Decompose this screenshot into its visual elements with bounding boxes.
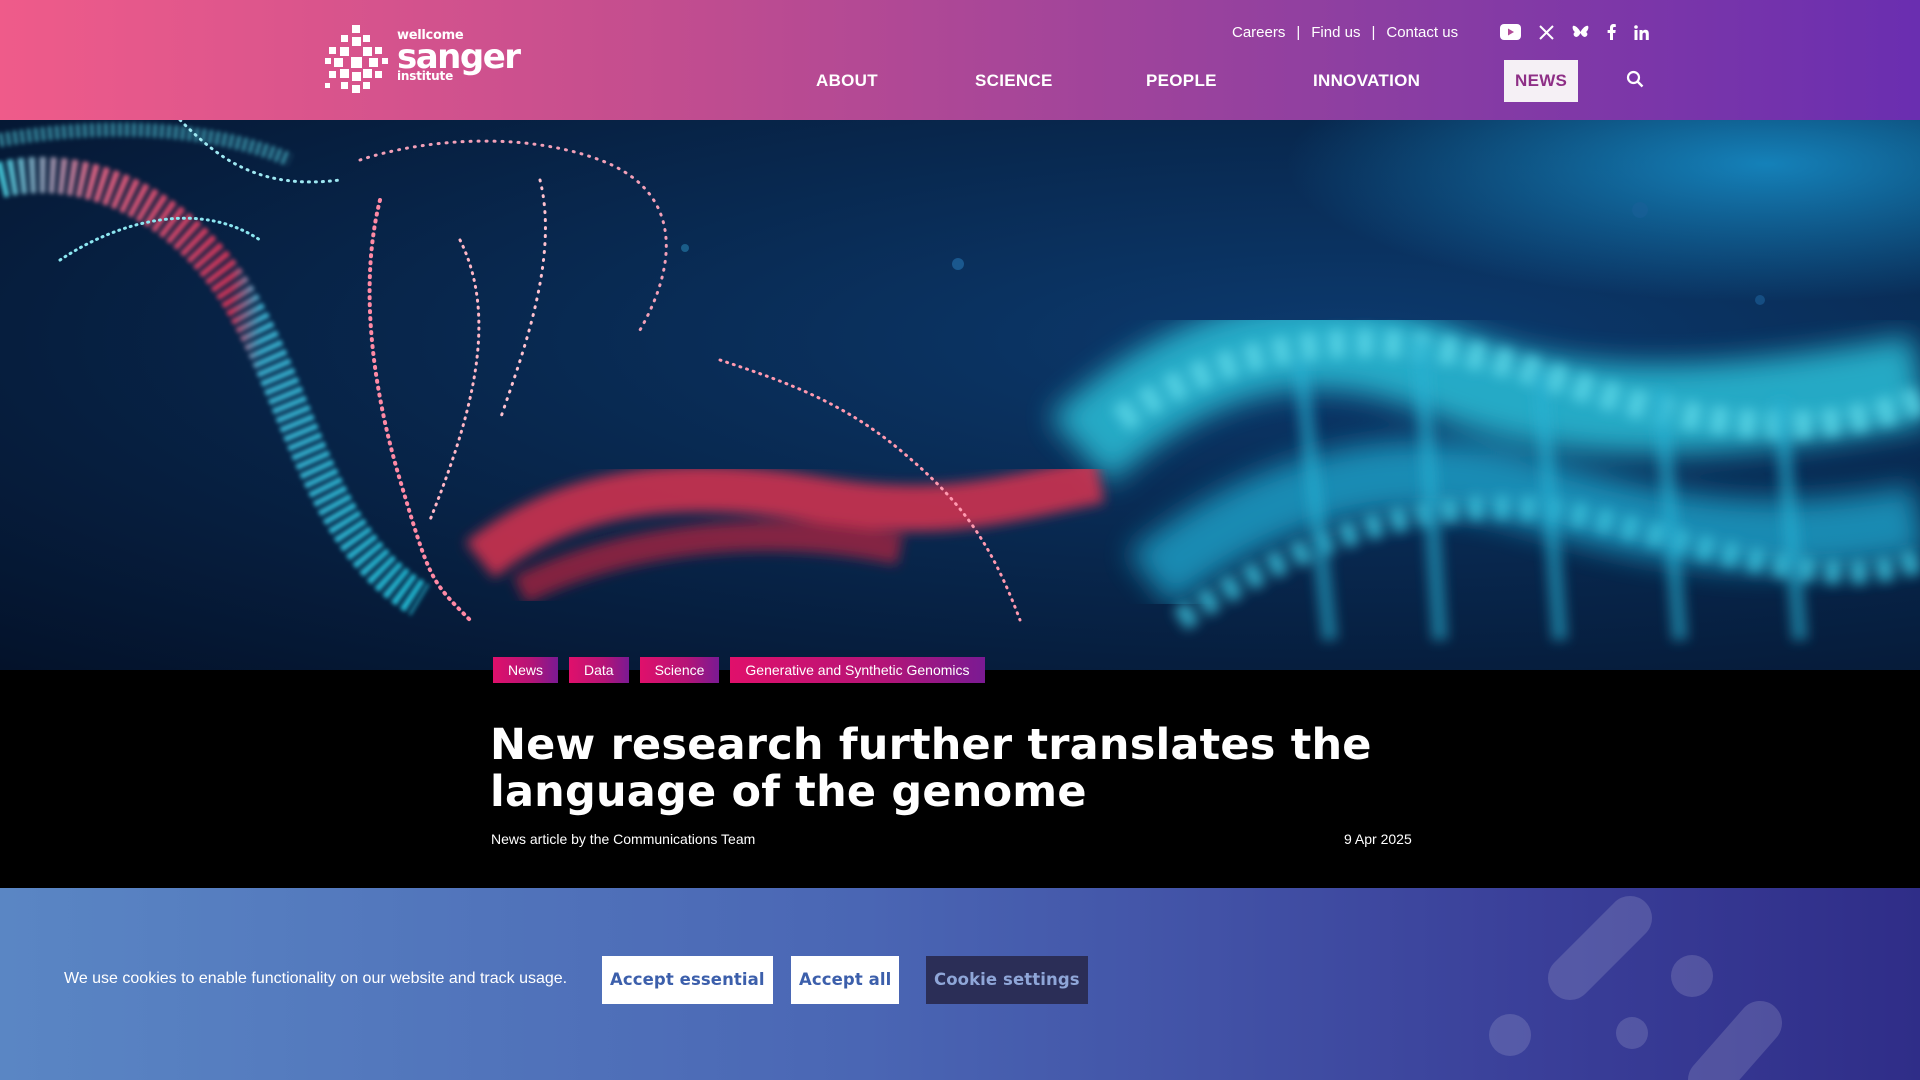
bluesky-icon[interactable]	[1572, 22, 1589, 42]
search-icon[interactable]	[1626, 70, 1644, 88]
contact-us-link[interactable]: Contact us	[1386, 24, 1458, 41]
tag-data[interactable]: Data	[569, 657, 629, 683]
tag-news[interactable]: News	[493, 657, 559, 683]
separator: |	[1371, 24, 1376, 41]
cookie-message: We use cookies to enable functionality o…	[64, 970, 568, 987]
accept-essential-button[interactable]: Accept essential	[602, 956, 773, 1004]
nav-item-about[interactable]: ABOUT	[816, 60, 878, 102]
careers-link[interactable]: Careers	[1232, 24, 1285, 41]
nav-item-news[interactable]: NEWS	[1504, 60, 1579, 102]
site-header: wellcome sanger institute Careers | Find…	[0, 0, 1920, 120]
article-byline: News article by the Communications Team	[491, 831, 756, 847]
tag-generative-synthetic-genomics[interactable]: Generative and Synthetic Genomics	[730, 657, 985, 683]
article-date: 9 Apr 2025	[1344, 831, 1412, 847]
dna-helix-illustration	[0, 120, 1920, 670]
article-title: New research further translates the lang…	[490, 722, 1390, 816]
nav-item-people[interactable]: PEOPLE	[1146, 60, 1217, 102]
article-title-line-2: language of the genome	[490, 767, 1087, 817]
youtube-icon[interactable]	[1500, 22, 1521, 42]
facebook-icon[interactable]	[1607, 22, 1616, 42]
tag-science[interactable]: Science	[639, 657, 720, 683]
article-tags: News Data Science Generative and Synthet…	[493, 657, 985, 683]
cookie-settings-button[interactable]: Cookie settings	[926, 956, 1088, 1004]
separator: |	[1296, 24, 1301, 41]
nav-item-innovation[interactable]: INNOVATION	[1313, 60, 1420, 102]
nav-item-science[interactable]: SCIENCE	[975, 60, 1053, 102]
x-icon[interactable]	[1539, 22, 1554, 42]
accept-all-button[interactable]: Accept all	[791, 956, 900, 1004]
article-title-line-1: New research further translates the	[490, 720, 1372, 770]
linkedin-icon[interactable]	[1634, 22, 1649, 42]
utility-links: Careers | Find us | Contact us	[1232, 24, 1458, 41]
social-links	[1500, 22, 1649, 42]
find-us-link[interactable]: Find us	[1311, 24, 1360, 41]
cookie-banner: We use cookies to enable functionality o…	[0, 888, 1920, 1080]
hero-image	[0, 120, 1920, 670]
